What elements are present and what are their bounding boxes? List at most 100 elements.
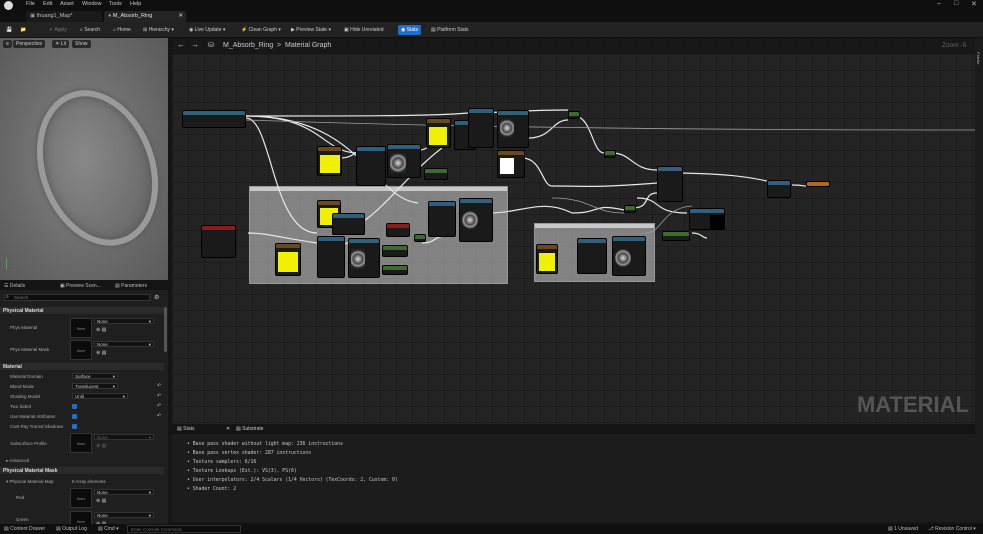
reroute-node-2[interactable] [604,150,616,158]
show-button[interactable]: Show [72,40,91,48]
multiply-node-3[interactable] [317,236,345,278]
power-node[interactable] [689,208,725,230]
constant-color-node-5[interactable] [536,244,558,274]
advanced-toggle[interactable]: ▸ Advanced [6,458,29,464]
add-node[interactable] [468,108,494,148]
param-node[interactable] [424,168,448,180]
stats-tab-close-icon[interactable]: ✕ [226,426,230,432]
hide-unrelated-button[interactable]: ▣ Hide Unrelated [341,25,386,35]
texture-coordinate-node[interactable] [182,110,246,128]
reset-icon[interactable]: ↶ [157,383,161,389]
vector-param-node[interactable] [201,225,236,258]
preview-viewport[interactable]: ≡ Perspective ☀ Lit Show [0,38,179,280]
hierarchy-button[interactable]: ⊞ Hierarchy ▾ [140,25,177,35]
constant-white-node[interactable] [497,150,525,178]
details-search-input[interactable]: Search [4,294,150,301]
tab-material[interactable]: ● M_Absorb_Ring ✕ [104,11,186,22]
revision-control-button[interactable]: ⎇ Revision Control ▾ [928,526,976,532]
palette-strip[interactable]: Palette [975,38,983,522]
constant-color-node-2[interactable] [426,118,451,148]
apply-button[interactable]: ✔ Apply [46,25,70,35]
reset-icon[interactable]: ↶ [157,403,161,409]
close-icon[interactable]: ✕ [971,0,977,8]
tab-close-icon[interactable]: ✕ [178,13,183,19]
phys-material-dropdown[interactable]: None ▾ [94,318,154,324]
unsaved-indicator[interactable]: ▤ 1 Unsaved [888,526,918,532]
texture-sample-node-4[interactable] [459,198,493,242]
tab-substrate[interactable]: ▤ Substrate [236,426,264,432]
cmd-dropdown[interactable]: ▤ Cmd ▾ [98,526,119,532]
palette-tab[interactable]: Palette [976,52,981,64]
unreal-logo-icon[interactable] [4,1,13,10]
multiply-node[interactable] [356,146,386,186]
texture-sample-node-5[interactable] [612,236,646,276]
menu-edit[interactable]: Edit [43,1,52,7]
console-command-input[interactable]: Enter Console Command [127,525,241,533]
cast-ray-traced-shadows-checkbox[interactable] [72,424,77,429]
panner-node[interactable] [332,213,365,235]
maximize-icon[interactable]: □ [954,0,958,7]
minimize-icon[interactable]: – [937,0,941,7]
section-physical-material-mask[interactable]: Physical Material Mask [0,467,164,474]
settings-gear-icon[interactable]: ⚙ [154,294,159,301]
material-domain-dropdown[interactable]: Surface ▾ [72,373,118,379]
menu-file[interactable]: File [26,1,35,7]
section-physical-material[interactable]: Physical Material [0,307,164,314]
menu-window[interactable]: Window [82,1,102,7]
texture-sample-node-2[interactable] [497,110,529,148]
preview-state-button[interactable]: ▶ Preview State ▾ [288,25,334,35]
param-node-4[interactable] [382,265,408,275]
menu-help[interactable]: Help [130,1,141,7]
tab-preview-scene[interactable]: ▣ Preview Scen... [60,283,101,289]
component-mask-node[interactable] [767,180,791,198]
two-sided-checkbox[interactable] [72,404,77,409]
red-dropdown[interactable]: None ▾ [94,489,154,495]
material-output-node[interactable] [806,181,830,187]
blend-mode-dropdown[interactable]: Translucent ▾ [72,383,118,389]
shading-model-dropdown[interactable]: Unlit ▾ [72,393,128,399]
home-button[interactable]: ⌂ Home [110,25,134,35]
menu-asset[interactable]: Asset [60,1,74,7]
reroute-node-4[interactable] [414,234,426,242]
lit-button[interactable]: ☀ Lit [52,40,70,48]
search-button[interactable]: ⌕ Search [77,25,103,35]
material-graph-canvas[interactable]: ← → ⛁ M_Absorb_Ring > Material Graph Zoo… [172,38,975,424]
menu-tools[interactable]: Tools [109,1,122,7]
browse-asset-icon[interactable]: ⊕ ▤ [96,443,106,449]
green-dropdown[interactable]: None ▾ [94,512,154,518]
stats-button[interactable]: ◉ Stats [398,25,422,35]
phys-material-mask-dropdown[interactable]: None ▾ [94,341,154,347]
multiply-node-5[interactable] [577,238,607,274]
constant-color-node[interactable] [317,146,342,176]
param-node-3[interactable] [382,245,408,257]
perspective-button[interactable]: Perspective [13,40,46,48]
browse-asset-icon[interactable]: ⊕ ▤ [96,327,106,333]
texture-sample-node-1[interactable] [387,144,421,178]
content-drawer-button[interactable]: ▤ Content Drawer [4,526,45,532]
section-material[interactable]: Material [0,363,164,370]
browse-asset-icon[interactable]: ⊕ ▤ [96,350,106,356]
live-update-button[interactable]: ◉ Live Update ▾ [186,25,228,35]
multiply-node-2[interactable] [657,166,683,202]
texture-sample-node-3[interactable] [348,238,380,278]
browse-icon[interactable]: 📁 [17,25,29,35]
browse-asset-icon[interactable]: ⊕ ▤ [96,498,106,504]
output-log-button[interactable]: ▤ Output Log [56,526,87,532]
viewport-menu-icon[interactable]: ≡ [3,40,12,48]
tab-map[interactable]: ▣ thuang1_Map* [26,11,102,22]
reroute-node-1[interactable] [568,111,580,119]
tab-stats[interactable]: ▤ Stats [177,426,195,432]
subsurface-profile-dropdown[interactable]: None ▾ [94,434,154,440]
param-node-2[interactable] [662,231,690,241]
tab-parameters[interactable]: ▤ Parameters [115,283,147,289]
details-scrollbar[interactable] [164,307,167,352]
use-material-attributes-checkbox[interactable] [72,414,77,419]
reset-icon[interactable]: ↶ [157,393,161,399]
reset-icon[interactable]: ↶ [157,413,161,419]
platform-stats-button[interactable]: ▤ Platform Stats [428,25,472,35]
reroute-node-3[interactable] [624,205,636,213]
multiply-node-4[interactable] [428,201,456,237]
save-icon[interactable]: 💾 [3,25,15,35]
clean-graph-button[interactable]: ⚡ Clean Graph ▾ [238,25,284,35]
add-node-2[interactable] [386,223,410,237]
